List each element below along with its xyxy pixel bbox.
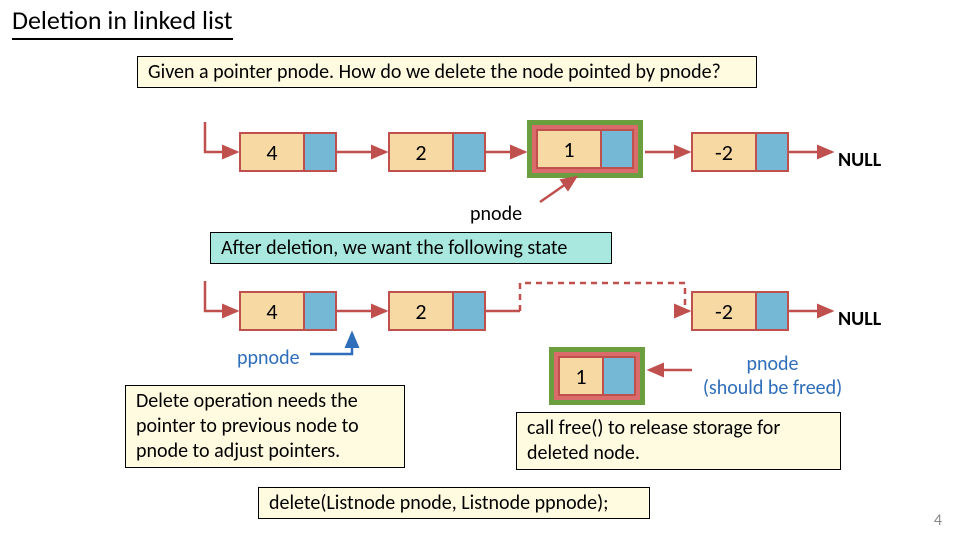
node-ptr [757,132,789,172]
node-4-row1: 4 [239,132,337,172]
delete-note-l2: pointer to previous node to [136,414,359,438]
pnode-label-row1: pnode [470,202,522,226]
node-m2-row1: -2 [691,132,789,172]
node-ptr [604,356,636,396]
delete-note-l1: Delete operation needs the [136,389,358,413]
node-2-row1: 2 [388,132,486,172]
node-value: 1 [558,356,604,396]
node-value: 4 [239,291,305,331]
null-label-row2: NULL [838,307,881,331]
pnode-freed-l2: (should be freed) [703,376,842,400]
highlight-node-1-row1: 1 [527,120,643,178]
after-state-box: After deletion, we want the following st… [210,232,612,264]
node-m2-row2: -2 [691,291,789,331]
highlight-node-1-row2: 1 [549,347,645,405]
free-note-l2: deleted node. [527,441,640,465]
pnode-freed-label: pnode (should be freed) [695,352,850,400]
delete-note-box: Delete operation needs the pointer to pr… [125,385,405,468]
slide-title: Deletion in linked list [12,4,233,40]
node-value: 2 [388,291,454,331]
node-ptr [305,132,337,172]
free-note-l1: call free() to release storage for [527,416,780,440]
pnode-freed-l1: pnode [746,352,798,376]
signature-box: delete(Listnode pnode, Listnode ppnode); [258,487,650,519]
question-box: Given a pointer pnode. How do we delete … [137,56,757,88]
free-note-box: call free() to release storage for delet… [516,412,841,470]
node-ptr [454,132,486,172]
node-ptr [602,129,634,169]
node-value: 2 [388,132,454,172]
page-number: 4 [934,511,942,530]
node-ptr [305,291,337,331]
node-ptr [454,291,486,331]
ppnode-label: ppnode [237,346,300,370]
node-2-row2: 2 [388,291,486,331]
delete-note-l3: pnode to adjust pointers. [136,439,340,463]
node-value: -2 [691,291,757,331]
node-value: 4 [239,132,305,172]
node-value: -2 [691,132,757,172]
node-ptr [757,291,789,331]
null-label-row1: NULL [838,148,881,172]
node-4-row2: 4 [239,291,337,331]
node-value: 1 [536,129,602,169]
